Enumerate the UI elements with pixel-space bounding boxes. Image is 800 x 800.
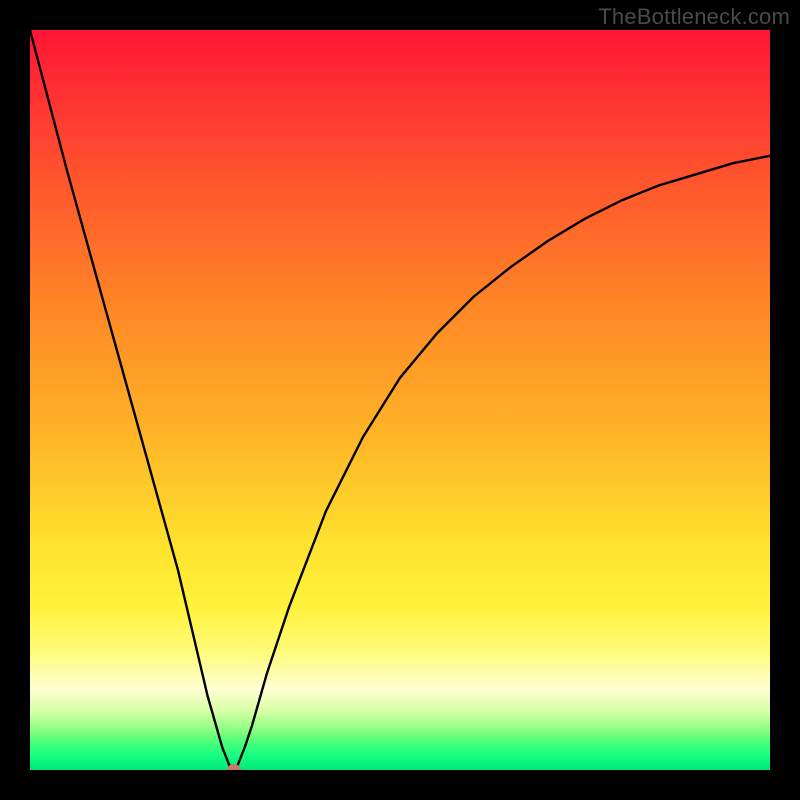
bottleneck-curve [30,30,770,770]
watermark-text: TheBottleneck.com [598,4,790,30]
minimum-marker [227,764,241,770]
plot-area [30,30,770,770]
chart-frame: TheBottleneck.com [0,0,800,800]
